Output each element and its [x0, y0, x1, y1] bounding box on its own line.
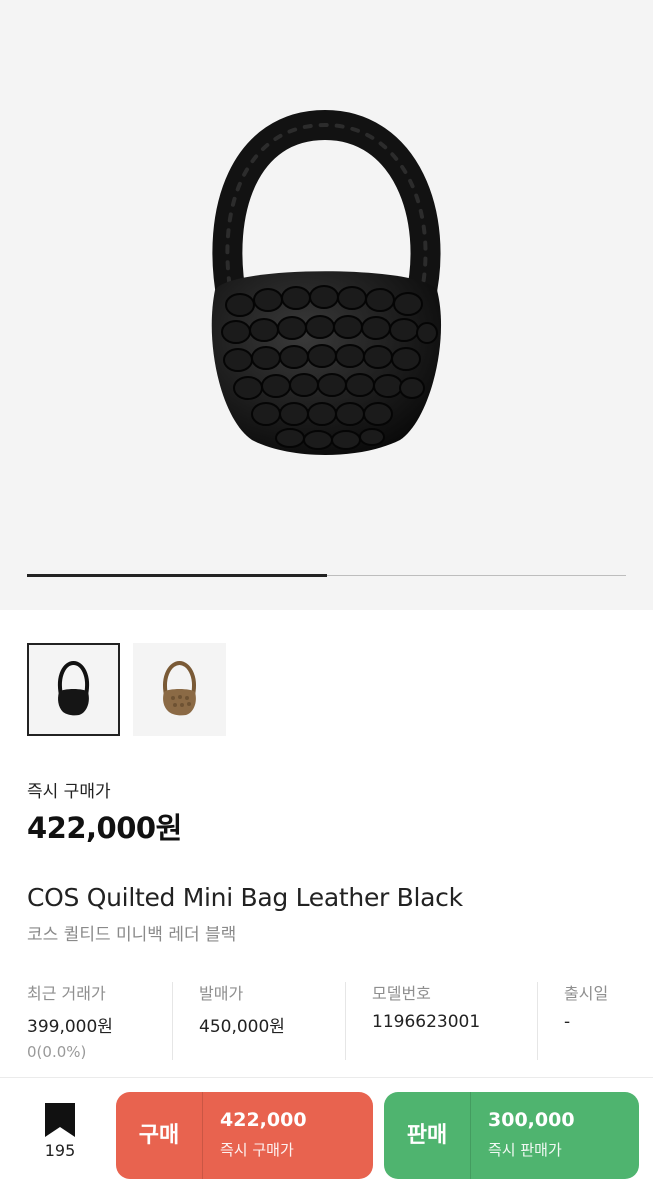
info-value: 399,000원: [27, 1017, 113, 1037]
thumbnail-brown[interactable]: [133, 643, 226, 736]
product-image-carousel[interactable]: [0, 0, 653, 610]
sell-button-label: 판매: [406, 1123, 448, 1148]
info-label: 모델번호: [372, 984, 431, 1003]
buy-button[interactable]: 구매 422,000 즉시 구매가: [116, 1092, 373, 1179]
info-recent-trade: 최근 거래가 399,000원 0(0.0%): [27, 980, 167, 1062]
buy-button-divider: [202, 1092, 203, 1179]
info-release-date: 출시일 -: [564, 980, 644, 1062]
info-label: 최근 거래가: [27, 984, 106, 1003]
instant-buy-price-label: 즉시 구매가: [27, 782, 111, 802]
info-value: -: [564, 1012, 571, 1032]
info-divider: [345, 982, 346, 1060]
product-title-en: COS Quilted Mini Bag Leather Black: [27, 883, 463, 912]
carousel-progress-fill: [27, 574, 327, 577]
instant-buy-price-value: 422,000원: [27, 811, 182, 845]
bookmark-count: 195: [44, 1141, 76, 1160]
sell-button-amount: 300,000: [488, 1109, 575, 1131]
info-change: 0(0.0%): [27, 1043, 87, 1061]
sell-button-caption: 즉시 판매가: [488, 1141, 562, 1159]
bookmark-icon: [45, 1103, 75, 1137]
brown-bag-thumbnail-image: [163, 660, 196, 716]
product-title-ko: 코스 퀼티드 미니백 레더 블랙: [27, 925, 237, 945]
quilted-bag-image: [211, 109, 442, 455]
black-bag-thumbnail-image: [58, 660, 89, 716]
info-label: 출시일: [564, 984, 609, 1003]
bookmark-button[interactable]: 195: [40, 1103, 80, 1160]
buy-button-caption: 즉시 구매가: [220, 1141, 294, 1159]
info-divider: [537, 982, 538, 1060]
info-divider: [172, 982, 173, 1060]
thumbnail-black[interactable]: [27, 643, 120, 736]
info-release-price: 발매가 450,000원: [199, 980, 339, 1062]
sell-button-divider: [470, 1092, 471, 1179]
info-model-number: 모델번호 1196623001: [372, 980, 532, 1062]
info-value: 450,000원: [199, 1017, 285, 1037]
carousel-progress: [27, 574, 626, 577]
info-label: 발매가: [199, 984, 244, 1003]
info-value: 1196623001: [372, 1012, 481, 1032]
buy-button-label: 구매: [138, 1123, 180, 1148]
sell-button[interactable]: 판매 300,000 즉시 판매가: [384, 1092, 639, 1179]
buy-button-amount: 422,000: [220, 1109, 307, 1131]
